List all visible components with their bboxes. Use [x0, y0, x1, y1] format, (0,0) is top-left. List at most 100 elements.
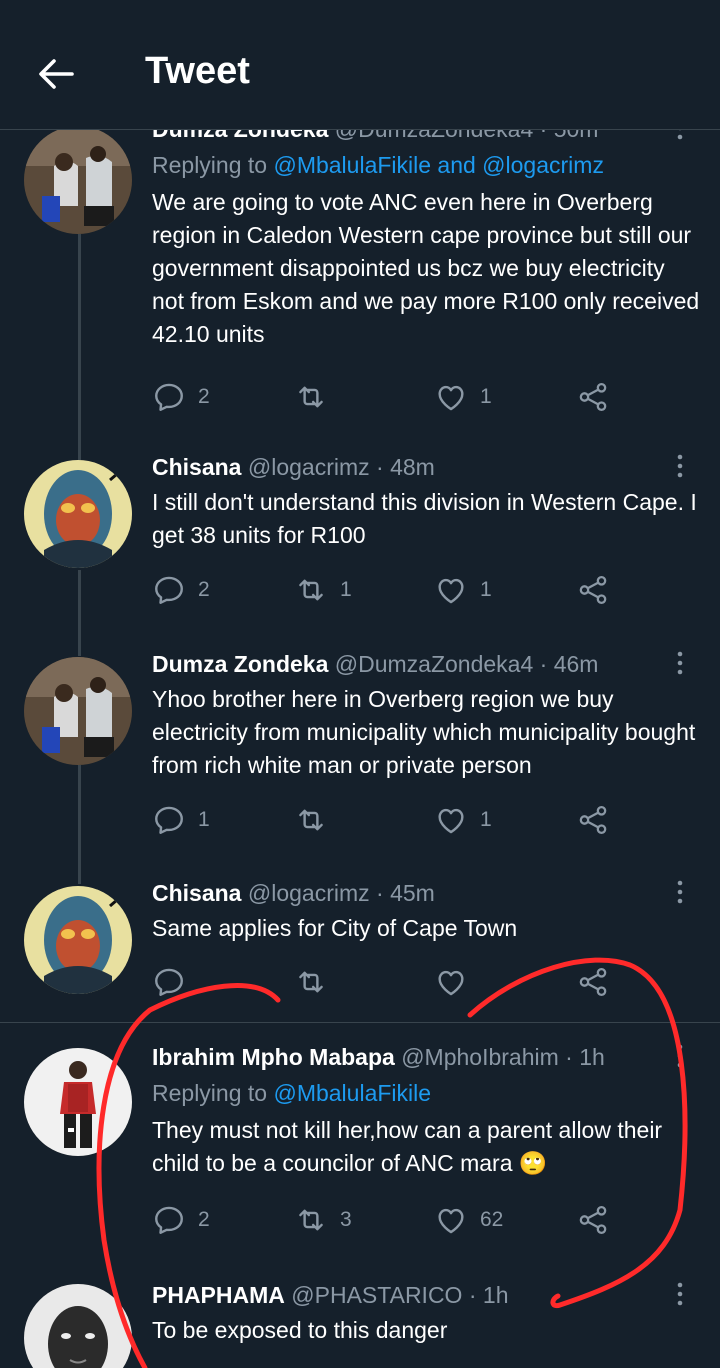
heart-icon [434, 803, 468, 837]
retweet-button[interactable]: 3 [294, 1200, 352, 1240]
like-count: 1 [480, 808, 492, 831]
replying-to-label: Replying to [152, 152, 274, 178]
share-icon [576, 803, 610, 837]
share-icon [576, 573, 610, 607]
separator-dot: · [376, 454, 384, 480]
reply-button[interactable]: 2 [152, 1200, 210, 1240]
like-button[interactable]: 62 [434, 1200, 503, 1240]
tweet-time: 1h [482, 1282, 509, 1308]
retweet-icon [294, 803, 328, 837]
tweet[interactable]: PHAPHAMA @PHASTARICO · 1h To be exposed … [0, 1278, 720, 1368]
replying-to: Replying to @MbalulaFikile [152, 1076, 700, 1110]
avatar[interactable] [24, 1048, 132, 1156]
arrow-left-icon[interactable] [34, 52, 78, 96]
like-button[interactable] [434, 962, 468, 1002]
author-name[interactable]: Chisana [152, 454, 241, 480]
tweet-header: Ibrahim Mpho Mabapa @MphoIbrahim · 1h [152, 1040, 700, 1074]
like-button[interactable]: 1 [434, 800, 492, 840]
separator-dot: · [376, 880, 384, 906]
reply-button[interactable]: 2 [152, 377, 210, 417]
tweet[interactable]: Dumza Zondeka @DumzaZondeka4 · 46m Yhoo … [0, 647, 720, 862]
more-vertical-icon[interactable] [668, 1042, 692, 1070]
heart-icon [434, 965, 468, 999]
replying-to-users[interactable]: @MbalulaFikile and @logacrimz [273, 152, 603, 178]
tweet[interactable]: Chisana @logacrimz · 45m Same applies fo… [0, 876, 720, 1016]
retweet-icon [294, 1203, 328, 1237]
tweet-text: Same applies for City of Cape Town [152, 915, 518, 941]
reply-button[interactable]: 2 [152, 570, 210, 610]
author-name[interactable]: Chisana [152, 880, 241, 906]
action-bar: 1 1 [152, 800, 632, 840]
comment-icon [152, 803, 186, 837]
page-title: Tweet [145, 50, 250, 92]
tweet-text: They must not kill her,how can a parent … [152, 1117, 663, 1176]
avatar[interactable] [24, 460, 132, 568]
heart-icon [434, 1203, 468, 1237]
reply-button[interactable]: 1 [152, 800, 210, 840]
tweet-header: Chisana @logacrimz · 48m [152, 450, 700, 484]
retweet-icon [294, 965, 328, 999]
author-name[interactable]: PHAPHAMA [152, 1282, 285, 1308]
avatar[interactable] [24, 886, 132, 994]
tweet-text: I still don't understand this division i… [152, 489, 697, 548]
action-bar: 2 1 [152, 377, 632, 417]
avatar[interactable] [24, 126, 132, 234]
tweet[interactable]: Chisana @logacrimz · 48m I still don't u… [0, 450, 720, 640]
share-button[interactable] [576, 377, 610, 417]
more-vertical-icon[interactable] [668, 878, 692, 906]
like-button[interactable]: 1 [434, 570, 492, 610]
avatar[interactable] [24, 1284, 132, 1368]
tweet-time: 46m [553, 651, 599, 677]
like-count: 62 [480, 1208, 504, 1231]
divider [0, 1022, 720, 1023]
tweet-header: PHAPHAMA @PHASTARICO · 1h [152, 1278, 700, 1312]
heart-icon [434, 573, 468, 607]
tweet[interactable]: Ibrahim Mpho Mabapa @MphoIbrahim · 1h Re… [0, 1040, 720, 1265]
tweet-time: 48m [390, 454, 435, 480]
retweet-icon [294, 573, 328, 607]
retweet-button[interactable] [294, 962, 328, 1002]
replying-to-users[interactable]: @MbalulaFikile [273, 1080, 431, 1106]
more-vertical-icon[interactable] [668, 452, 692, 480]
like-count: 1 [480, 385, 492, 408]
action-bar: 2 1 1 [152, 570, 632, 610]
retweet-button[interactable] [294, 800, 340, 840]
tweet[interactable]: Dumza Zondeka @DumzaZondeka4 · 50m Reply… [0, 112, 720, 437]
share-button[interactable] [576, 1200, 610, 1240]
share-icon [576, 380, 610, 414]
retweet-button[interactable] [294, 377, 340, 417]
share-button[interactable] [576, 800, 610, 840]
separator-dot: · [565, 1044, 573, 1070]
author-handle[interactable]: @logacrimz [248, 454, 370, 480]
comment-icon [152, 1203, 186, 1237]
like-count: 1 [480, 578, 492, 601]
tweet-text: To be exposed to this danger [152, 1317, 448, 1343]
share-icon [576, 1203, 610, 1237]
retweet-count: 1 [340, 578, 352, 601]
retweet-button[interactable]: 1 [294, 570, 352, 610]
like-button[interactable]: 1 [434, 377, 492, 417]
replying-to-label: Replying to [152, 1080, 274, 1106]
action-bar [152, 962, 632, 1002]
author-name[interactable]: Ibrahim Mpho Mabapa [152, 1044, 395, 1070]
avatar[interactable] [24, 657, 132, 765]
tweet-text: Yhoo brother here in Overberg region we … [152, 686, 696, 778]
more-vertical-icon[interactable] [668, 1280, 692, 1308]
tweet-header: Chisana @logacrimz · 45m [152, 876, 700, 910]
reply-button[interactable] [152, 962, 186, 1002]
tweet-text: We are going to vote ANC even here in Ov… [152, 189, 700, 347]
retweet-count: 3 [340, 1208, 352, 1231]
replying-to: Replying to @MbalulaFikile and @logacrim… [152, 148, 700, 182]
author-handle[interactable]: @MphoIbrahim [401, 1044, 559, 1070]
top-bar: Tweet [0, 0, 720, 130]
more-vertical-icon[interactable] [668, 649, 692, 677]
author-name[interactable]: Dumza Zondeka [152, 651, 328, 677]
author-handle[interactable]: @logacrimz [248, 880, 370, 906]
reply-count: 1 [198, 808, 210, 831]
share-button[interactable] [576, 570, 610, 610]
share-button[interactable] [576, 962, 610, 1002]
reply-count: 2 [198, 578, 210, 601]
author-handle[interactable]: @PHASTARICO [291, 1282, 462, 1308]
separator-dot: · [468, 1282, 477, 1308]
author-handle[interactable]: @DumzaZondeka4 [335, 651, 534, 677]
